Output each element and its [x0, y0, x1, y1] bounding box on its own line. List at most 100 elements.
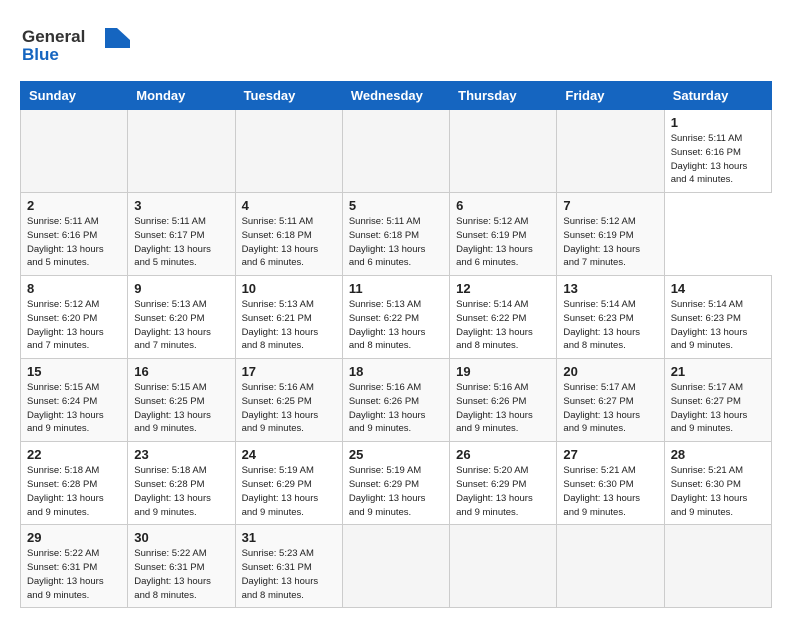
day-info: Sunrise: 5:19 AMSunset: 6:29 PMDaylight:…	[349, 464, 443, 519]
calendar-day: 30 Sunrise: 5:22 AMSunset: 6:31 PMDayligh…	[128, 525, 235, 608]
day-info: Sunrise: 5:12 AMSunset: 6:19 PMDaylight:…	[563, 215, 657, 270]
page-header: General Blue	[20, 20, 772, 65]
day-info: Sunrise: 5:11 AMSunset: 6:17 PMDaylight:…	[134, 215, 228, 270]
calendar-week-2: 8 Sunrise: 5:12 AMSunset: 6:20 PMDaylight…	[21, 276, 772, 359]
calendar-day: 19 Sunrise: 5:16 AMSunset: 6:26 PMDayligh…	[450, 359, 557, 442]
day-number: 5	[349, 198, 443, 213]
calendar-day: 13Sunrise: 5:14 AMSunset: 6:23 PMDayligh…	[557, 276, 664, 359]
day-info: Sunrise: 5:12 AMSunset: 6:20 PMDaylight:…	[27, 298, 121, 353]
day-info: Sunrise: 5:17 AMSunset: 6:27 PMDaylight:…	[563, 381, 657, 436]
col-header-monday: Monday	[128, 82, 235, 110]
calendar-day: 8 Sunrise: 5:12 AMSunset: 6:20 PMDaylight…	[21, 276, 128, 359]
day-number: 8	[27, 281, 121, 296]
calendar-day: 29 Sunrise: 5:22 AMSunset: 6:31 PMDayligh…	[21, 525, 128, 608]
day-number: 21	[671, 364, 765, 379]
calendar-day: 16 Sunrise: 5:15 AMSunset: 6:25 PMDayligh…	[128, 359, 235, 442]
day-number: 19	[456, 364, 550, 379]
col-header-saturday: Saturday	[664, 82, 771, 110]
calendar-week-5: 29 Sunrise: 5:22 AMSunset: 6:31 PMDayligh…	[21, 525, 772, 608]
calendar-day: 11Sunrise: 5:13 AMSunset: 6:22 PMDayligh…	[342, 276, 449, 359]
day-info: Sunrise: 5:21 AMSunset: 6:30 PMDaylight:…	[563, 464, 657, 519]
calendar-day: 26 Sunrise: 5:20 AMSunset: 6:29 PMDayligh…	[450, 442, 557, 525]
day-number: 22	[27, 447, 121, 462]
calendar-table: SundayMondayTuesdayWednesdayThursdayFrid…	[20, 81, 772, 608]
calendar-day: 2Sunrise: 5:11 AMSunset: 6:16 PMDaylight…	[21, 193, 128, 276]
day-number: 26	[456, 447, 550, 462]
day-info: Sunrise: 5:22 AMSunset: 6:31 PMDaylight:…	[27, 547, 121, 602]
calendar-day	[664, 525, 771, 608]
day-number: 18	[349, 364, 443, 379]
day-info: Sunrise: 5:16 AMSunset: 6:26 PMDaylight:…	[456, 381, 550, 436]
day-info: Sunrise: 5:14 AMSunset: 6:23 PMDaylight:…	[671, 298, 765, 353]
day-number: 7	[563, 198, 657, 213]
calendar-day: 3Sunrise: 5:11 AMSunset: 6:17 PMDaylight…	[128, 193, 235, 276]
calendar-week-1: 2Sunrise: 5:11 AMSunset: 6:16 PMDaylight…	[21, 193, 772, 276]
day-number: 28	[671, 447, 765, 462]
day-number: 4	[242, 198, 336, 213]
calendar-week-3: 15 Sunrise: 5:15 AMSunset: 6:24 PMDayligh…	[21, 359, 772, 442]
calendar-day	[21, 110, 128, 193]
calendar-week-4: 22 Sunrise: 5:18 AMSunset: 6:28 PMDayligh…	[21, 442, 772, 525]
day-number: 10	[242, 281, 336, 296]
day-number: 1	[671, 115, 765, 130]
calendar-day: 12 Sunrise: 5:14 AMSunset: 6:22 PMDayligh…	[450, 276, 557, 359]
calendar-day	[450, 110, 557, 193]
col-header-thursday: Thursday	[450, 82, 557, 110]
calendar-day: 9Sunrise: 5:13 AMSunset: 6:20 PMDaylight…	[128, 276, 235, 359]
day-info: Sunrise: 5:18 AMSunset: 6:28 PMDaylight:…	[27, 464, 121, 519]
calendar-day: 31 Sunrise: 5:23 AMSunset: 6:31 PMDayligh…	[235, 525, 342, 608]
day-info: Sunrise: 5:11 AMSunset: 6:18 PMDaylight:…	[242, 215, 336, 270]
calendar-day	[235, 110, 342, 193]
calendar-day: 7 Sunrise: 5:12 AMSunset: 6:19 PMDaylight…	[557, 193, 664, 276]
day-number: 12	[456, 281, 550, 296]
calendar-day	[128, 110, 235, 193]
day-number: 23	[134, 447, 228, 462]
calendar-day: 27 Sunrise: 5:21 AMSunset: 6:30 PMDayligh…	[557, 442, 664, 525]
day-info: Sunrise: 5:18 AMSunset: 6:28 PMDaylight:…	[134, 464, 228, 519]
calendar-day: 22 Sunrise: 5:18 AMSunset: 6:28 PMDayligh…	[21, 442, 128, 525]
calendar-day: 18 Sunrise: 5:16 AMSunset: 6:26 PMDayligh…	[342, 359, 449, 442]
calendar-day: 25 Sunrise: 5:19 AMSunset: 6:29 PMDayligh…	[342, 442, 449, 525]
day-info: Sunrise: 5:12 AMSunset: 6:19 PMDaylight:…	[456, 215, 550, 270]
calendar-day: 15 Sunrise: 5:15 AMSunset: 6:24 PMDayligh…	[21, 359, 128, 442]
day-number: 27	[563, 447, 657, 462]
day-info: Sunrise: 5:19 AMSunset: 6:29 PMDaylight:…	[242, 464, 336, 519]
calendar-day: 24Sunrise: 5:19 AMSunset: 6:29 PMDayligh…	[235, 442, 342, 525]
day-info: Sunrise: 5:11 AMSunset: 6:18 PMDaylight:…	[349, 215, 443, 270]
day-number: 29	[27, 530, 121, 545]
col-header-sunday: Sunday	[21, 82, 128, 110]
day-info: Sunrise: 5:13 AMSunset: 6:20 PMDaylight:…	[134, 298, 228, 353]
day-info: Sunrise: 5:15 AMSunset: 6:24 PMDaylight:…	[27, 381, 121, 436]
calendar-day	[342, 525, 449, 608]
col-header-wednesday: Wednesday	[342, 82, 449, 110]
col-header-friday: Friday	[557, 82, 664, 110]
calendar-day: 23 Sunrise: 5:18 AMSunset: 6:28 PMDayligh…	[128, 442, 235, 525]
day-number: 31	[242, 530, 336, 545]
calendar-day	[557, 525, 664, 608]
day-number: 2	[27, 198, 121, 213]
day-number: 25	[349, 447, 443, 462]
day-info: Sunrise: 5:15 AMSunset: 6:25 PMDaylight:…	[134, 381, 228, 436]
calendar-header-row: SundayMondayTuesdayWednesdayThursdayFrid…	[21, 82, 772, 110]
day-info: Sunrise: 5:20 AMSunset: 6:29 PMDaylight:…	[456, 464, 550, 519]
day-info: Sunrise: 5:13 AMSunset: 6:22 PMDaylight:…	[349, 298, 443, 353]
day-info: Sunrise: 5:14 AMSunset: 6:22 PMDaylight:…	[456, 298, 550, 353]
day-number: 20	[563, 364, 657, 379]
day-info: Sunrise: 5:16 AMSunset: 6:26 PMDaylight:…	[349, 381, 443, 436]
day-info: Sunrise: 5:13 AMSunset: 6:21 PMDaylight:…	[242, 298, 336, 353]
day-number: 15	[27, 364, 121, 379]
calendar-day: 14Sunrise: 5:14 AMSunset: 6:23 PMDayligh…	[664, 276, 771, 359]
calendar-day	[450, 525, 557, 608]
calendar-day: 17Sunrise: 5:16 AMSunset: 6:25 PMDayligh…	[235, 359, 342, 442]
day-number: 30	[134, 530, 228, 545]
calendar-day: 5 Sunrise: 5:11 AMSunset: 6:18 PMDaylight…	[342, 193, 449, 276]
calendar-week-0: 1Sunrise: 5:11 AMSunset: 6:16 PMDaylight…	[21, 110, 772, 193]
calendar-day: 28Sunrise: 5:21 AMSunset: 6:30 PMDayligh…	[664, 442, 771, 525]
day-info: Sunrise: 5:22 AMSunset: 6:31 PMDaylight:…	[134, 547, 228, 602]
day-number: 6	[456, 198, 550, 213]
day-info: Sunrise: 5:23 AMSunset: 6:31 PMDaylight:…	[242, 547, 336, 602]
calendar-day: 20 Sunrise: 5:17 AMSunset: 6:27 PMDayligh…	[557, 359, 664, 442]
day-info: Sunrise: 5:17 AMSunset: 6:27 PMDaylight:…	[671, 381, 765, 436]
day-number: 16	[134, 364, 228, 379]
calendar-day: 10 Sunrise: 5:13 AMSunset: 6:21 PMDayligh…	[235, 276, 342, 359]
